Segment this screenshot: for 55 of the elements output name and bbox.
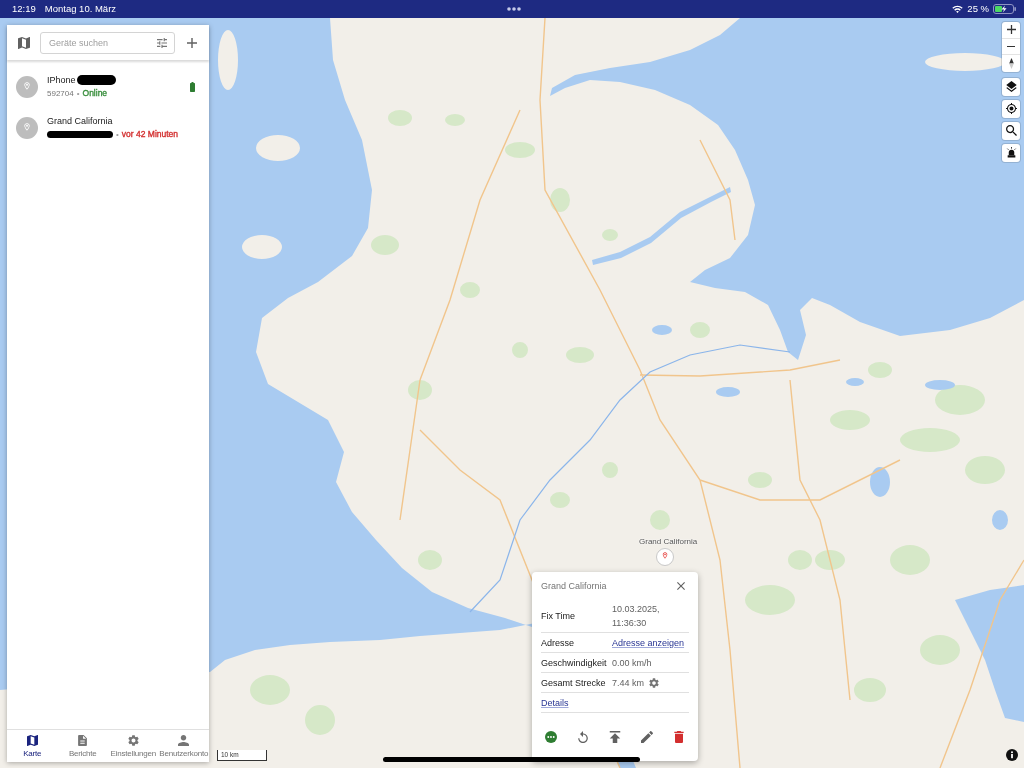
zoom-in-button[interactable] (1002, 22, 1020, 39)
field-value: 10.03.2025, 11:36:30 (612, 603, 661, 630)
nav-tab[interactable]: Benutzerkonto (158, 730, 209, 762)
wifi-icon (952, 5, 964, 13)
person-icon (178, 734, 190, 746)
marker-label: Grand California (639, 537, 698, 547)
gear-icon (127, 734, 139, 746)
document-icon (77, 734, 89, 746)
device-name: Grand California (47, 115, 113, 127)
trash-icon[interactable] (673, 731, 685, 743)
crosshair-icon (1005, 103, 1017, 115)
location-pin-icon (16, 116, 38, 139)
status-time: 12:19 (12, 3, 36, 15)
pin-marker-icon[interactable] (656, 548, 674, 566)
more-icon[interactable] (545, 731, 557, 743)
popup-title: Grand California (541, 581, 607, 591)
field-label: Geschwindigkeit (541, 657, 608, 668)
location-pin-icon (16, 75, 38, 98)
upload-icon[interactable] (609, 731, 621, 743)
device-status: vor 42 Minuten (121, 129, 179, 140)
info-icon[interactable] (1006, 749, 1018, 761)
siren-icon (1005, 147, 1017, 159)
show-address-link[interactable]: Adresse anzeigen (612, 637, 685, 648)
plus-icon[interactable] (187, 37, 197, 48)
battery-percent: 25 % (967, 3, 989, 15)
bullet-separator: • (116, 129, 119, 140)
gear-icon[interactable] (649, 677, 659, 688)
minus-icon (1007, 45, 1015, 48)
pencil-icon[interactable] (641, 731, 653, 743)
field-value: 0.00 km/h (612, 656, 652, 670)
details-link[interactable]: Details (541, 697, 569, 708)
nav-tab[interactable]: Einstellungen (108, 730, 159, 762)
field-label: Fix Time (541, 611, 576, 621)
nav-tab[interactable]: Berichte (57, 730, 108, 762)
field-label: Gesamt Strecke (541, 677, 607, 688)
close-icon[interactable] (677, 582, 685, 590)
more-dots-icon[interactable] (507, 7, 521, 11)
device-id: 592704 (47, 88, 74, 99)
status-date: Montag 10. März (44, 3, 117, 15)
field-value: 7.44 km (612, 676, 644, 690)
search-icon (1005, 125, 1017, 137)
device-status: Online (82, 88, 108, 99)
plus-icon (1006, 25, 1016, 35)
bullet-separator: • (76, 88, 80, 99)
nav-tab[interactable]: Karte (7, 730, 58, 762)
device-name: IPhone (47, 74, 76, 86)
layers-icon (1005, 81, 1017, 93)
replay-icon[interactable] (577, 731, 589, 743)
compass-icon (1008, 58, 1014, 69)
field-label: Adresse (541, 637, 576, 648)
battery-charging-icon (993, 4, 1016, 14)
search-field[interactable]: Geräte suchen (40, 31, 175, 54)
filter-sliders-icon[interactable] (157, 37, 167, 48)
map-icon (26, 734, 38, 746)
map-icon[interactable] (18, 36, 30, 49)
